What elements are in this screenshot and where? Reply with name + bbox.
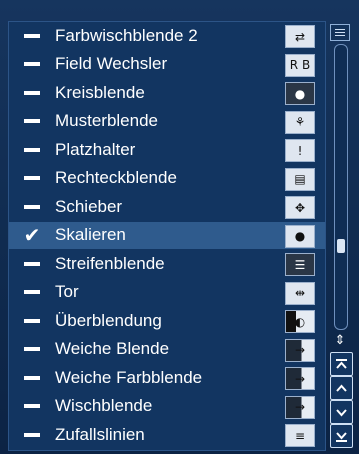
chevron-up-icon [336, 384, 347, 392]
transition-thumbnail-icon: ◐ [285, 310, 315, 333]
list-item[interactable]: Zufallslinien ≡ [9, 421, 325, 448]
list-item-label: Wischblende [55, 396, 153, 415]
scroll-to-top-icon [336, 358, 347, 369]
scrollbar-thumb[interactable] [337, 238, 345, 253]
list-item[interactable]: Farbwischblende 2 ⇄ [9, 22, 325, 49]
list-item-label: Schieber [55, 196, 123, 216]
dash-icon[interactable] [22, 339, 42, 359]
list-item-label: Kreisblende [55, 82, 145, 102]
transition-thumbnail-icon: ☰ [285, 253, 315, 276]
transition-thumbnail-icon: → [285, 367, 315, 390]
list-item[interactable]: Schieber ✥ [9, 193, 325, 220]
scroll-up-button[interactable] [330, 376, 353, 400]
dash-icon[interactable] [22, 282, 42, 302]
transition-thumbnail-icon: ⇄ [285, 25, 315, 48]
list-item-label: Farbwischblende 2 [55, 25, 198, 45]
transition-thumbnail-icon: ≡ [285, 424, 315, 447]
dash-icon[interactable] [22, 26, 42, 46]
list-item[interactable]: Streifenblende ☰ [9, 250, 325, 277]
list-item-label: Weiche Blende [55, 339, 170, 358]
transition-thumbnail-icon: ● [285, 82, 315, 105]
dash-icon[interactable] [22, 54, 42, 74]
transition-thumbnail-icon: ⇹ [285, 281, 315, 305]
transition-thumbnail-icon: → [285, 338, 315, 362]
list-item[interactable]: Musterblende ⚘ [9, 108, 325, 135]
list-item[interactable]: Überblendung ◐ [9, 307, 325, 334]
scroll-to-bottom-button[interactable] [330, 424, 353, 448]
scrollbar-track[interactable] [334, 44, 348, 330]
scroll-to-top-button[interactable] [330, 352, 353, 376]
list-item-label: Zufallslinien [55, 424, 145, 444]
list-item[interactable]: Kreisblende ● [9, 79, 325, 106]
transition-list[interactable]: Farbwischblende 2 ⇄ Field Wechsler R B Kreis… [8, 21, 326, 451]
dash-icon[interactable] [22, 425, 42, 445]
list-item[interactable]: Weiche Farbblende → [9, 364, 325, 391]
list-item-label: Streifenblende [55, 253, 165, 273]
dash-icon[interactable] [22, 311, 42, 331]
dash-icon[interactable] [22, 368, 42, 388]
transition-thumbnail-icon: ▤ [285, 167, 315, 191]
list-item-label: Weiche Farbblende [55, 367, 203, 387]
dash-icon[interactable] [22, 140, 42, 160]
transition-thumbnail-icon: R B [285, 53, 315, 77]
transition-thumbnail-icon: ! [285, 139, 315, 162]
scroll-updown-icon: ⇕ [334, 333, 346, 348]
transition-thumbnail-icon: ● [285, 224, 315, 248]
dash-icon[interactable] [22, 111, 42, 131]
list-item[interactable]: ✔ Skalieren ● [9, 221, 325, 249]
transition-list-window: Farbwischblende 2 ⇄ Field Wechsler R B Kreis… [0, 0, 359, 454]
checkmark-icon[interactable]: ✔ [22, 225, 42, 245]
dash-icon[interactable] [22, 197, 42, 217]
list-menu-icon[interactable] [330, 24, 350, 41]
scroll-down-button[interactable] [330, 400, 353, 424]
list-item-label: Überblendung [55, 310, 162, 330]
transition-thumbnail-icon: ⚘ [285, 110, 315, 134]
transition-thumbnail-icon: → [285, 395, 315, 419]
list-item[interactable]: Weiche Blende → [9, 336, 325, 363]
scroll-to-bottom-icon [336, 431, 347, 442]
list-item-label: Skalieren [55, 225, 126, 244]
list-item[interactable]: Platzhalter! [9, 136, 325, 163]
list-item-label: Platzhalter [55, 139, 136, 159]
list-item-label: Field Wechsler [55, 54, 168, 73]
scrollbar[interactable]: ⇕ [328, 21, 354, 449]
dash-icon[interactable] [22, 168, 42, 188]
list-item[interactable]: Wischblende → [9, 393, 325, 420]
dash-icon[interactable] [22, 396, 42, 416]
list-item-label: Tor [55, 282, 79, 301]
chevron-down-icon [336, 408, 347, 416]
dash-icon[interactable] [22, 254, 42, 274]
transition-thumbnail-icon: ✥ [285, 196, 315, 219]
list-item[interactable]: Rechteckblende ▤ [9, 165, 325, 192]
list-item-label: Musterblende [55, 111, 159, 130]
list-item[interactable]: Tor ⇹ [9, 279, 325, 306]
dash-icon[interactable] [22, 83, 42, 103]
list-item[interactable]: Field Wechsler R B [9, 51, 325, 78]
list-item-label: Rechteckblende [55, 168, 177, 187]
